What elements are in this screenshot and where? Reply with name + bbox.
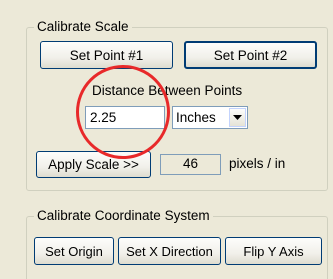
scale-units-label: pixels / in: [229, 156, 286, 171]
set-x-direction-button[interactable]: Set X Direction: [118, 237, 221, 265]
set-point-1-button[interactable]: Set Point #1: [40, 41, 173, 69]
units-selected: Inches: [176, 110, 216, 125]
set-origin-button[interactable]: Set Origin: [34, 237, 114, 265]
chevron-down-icon[interactable]: [229, 108, 246, 127]
scale-value: 46: [160, 154, 221, 175]
units-select[interactable]: Inches: [172, 106, 248, 129]
calibrate-coordinate-system-title: Calibrate Coordinate System: [34, 208, 213, 224]
set-point-2-button[interactable]: Set Point #2: [184, 41, 317, 69]
calibrate-scale-title: Calibrate Scale: [34, 19, 132, 35]
distance-input[interactable]: [85, 106, 165, 129]
flip-y-axis-button[interactable]: Flip Y Axis: [225, 237, 322, 265]
apply-scale-button[interactable]: Apply Scale >>: [36, 151, 151, 178]
distance-label: Distance Between Points: [92, 83, 243, 98]
